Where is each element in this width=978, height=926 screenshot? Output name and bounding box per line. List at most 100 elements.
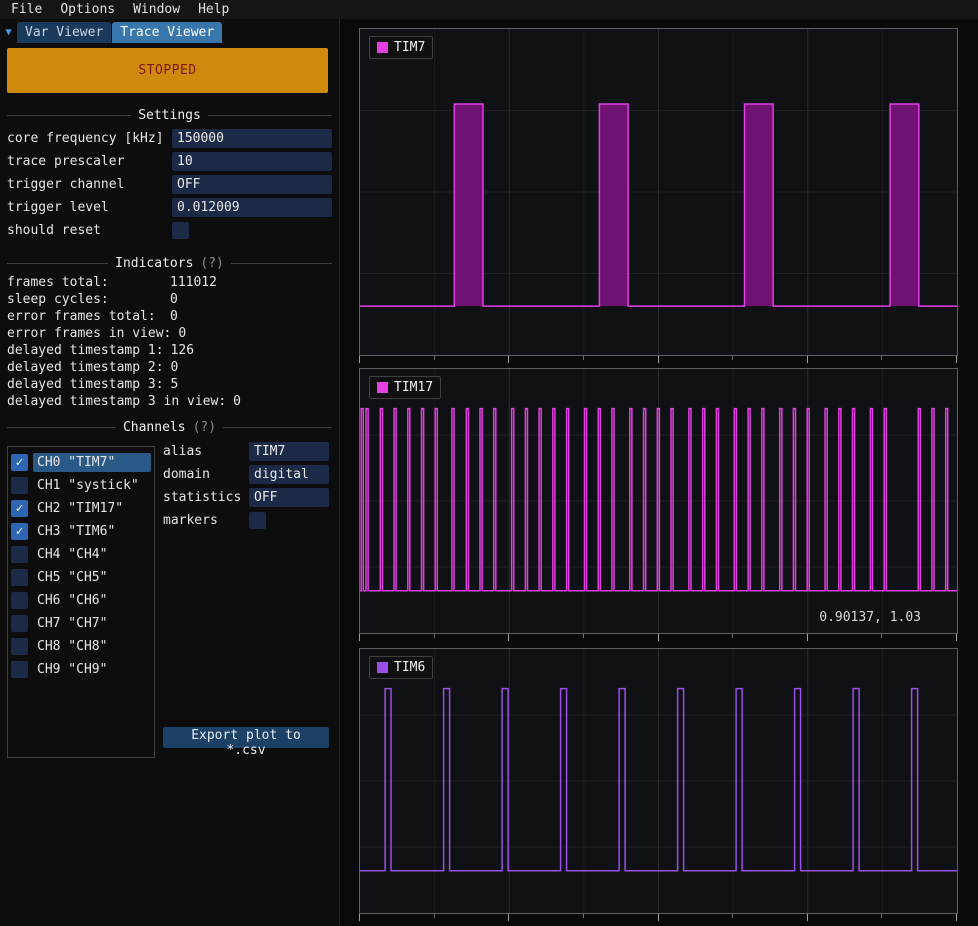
tab-trace-viewer[interactable]: Trace Viewer [112, 22, 222, 43]
channel-checkbox[interactable] [11, 661, 28, 678]
separator-line [231, 263, 332, 264]
indicator-label: sleep cycles: [7, 291, 163, 308]
legend-tim17[interactable]: TIM17 [369, 376, 441, 399]
channel-checkbox[interactable] [11, 454, 28, 471]
channel-item-ch7-ch7: CH7 "CH7" [11, 612, 151, 635]
indicator-label: delayed timestamp 2: [7, 359, 164, 376]
core-frequency-khz-input[interactable]: 150000 [172, 129, 332, 148]
setting-row-trace-prescaler: trace prescaler10 [7, 150, 332, 173]
tick-mark [732, 634, 733, 638]
tick-mark [807, 634, 808, 641]
setting-row-trigger-level: trigger level0.012009 [7, 196, 332, 219]
collapse-arrow-icon[interactable]: ▼ [0, 27, 17, 43]
channel-label[interactable]: CH8 "CH8" [33, 637, 151, 656]
tick-mark [732, 914, 733, 918]
separator-line [7, 263, 108, 264]
separator-line [7, 427, 116, 428]
channels-header: Channels (?) [7, 419, 332, 435]
trigger-level-input[interactable]: 0.012009 [172, 198, 332, 217]
domain-select[interactable]: digital [249, 465, 329, 484]
channel-label[interactable]: CH4 "CH4" [33, 545, 151, 564]
markers-checkbox[interactable] [249, 512, 266, 529]
separator-line [208, 115, 332, 116]
channel-prop-statistics: statisticsOFF [163, 486, 329, 509]
tab-strip: Var ViewerTrace Viewer [17, 22, 223, 43]
indicator-row-frames-total: frames total:111012 [7, 274, 332, 291]
indicator-label: delayed timestamp 3 in view: [7, 393, 226, 410]
indicator-row-error-frames-total: error frames total:0 [7, 308, 332, 325]
menu-options[interactable]: Options [51, 1, 124, 18]
indicators-title: Indicators [115, 256, 193, 271]
trigger-channel-select[interactable]: OFF [172, 175, 332, 194]
stop-button[interactable]: STOPPED [7, 48, 328, 93]
channel-label[interactable]: CH3 "TIM6" [33, 522, 151, 541]
tick-mark [658, 914, 659, 921]
channel-checkbox[interactable] [11, 638, 28, 655]
channel-checkbox[interactable] [11, 569, 28, 586]
channel-item-ch9-ch9: CH9 "CH9" [11, 658, 151, 681]
channel-checkbox[interactable] [11, 477, 28, 494]
setting-label: trace prescaler [7, 154, 172, 169]
channel-item-ch5-ch5: CH5 "CH5" [11, 566, 151, 589]
should-reset-checkbox[interactable] [172, 222, 189, 239]
waveform-tim7 [360, 29, 957, 355]
indicators-help-icon[interactable]: (?) [200, 256, 223, 271]
channel-checkbox[interactable] [11, 546, 28, 563]
channel-checkbox[interactable] [11, 615, 28, 632]
x-axis-ticks [359, 634, 958, 643]
indicator-row-delayed-timestamp-3: delayed timestamp 3:5 [7, 376, 332, 393]
indicators-header: Indicators (?) [7, 255, 332, 271]
plot-tim7[interactable]: TIM7 [359, 28, 958, 356]
tick-mark [881, 914, 882, 918]
indicator-row-error-frames-in-view: error frames in view:0 [7, 325, 332, 342]
tick-mark [956, 914, 957, 921]
channel-checkbox[interactable] [11, 592, 28, 609]
trace-prescaler-input[interactable]: 10 [172, 152, 332, 171]
channel-item-ch4-ch4: CH4 "CH4" [11, 543, 151, 566]
statistics-select[interactable]: OFF [249, 488, 329, 507]
tick-mark [583, 634, 584, 638]
prop-label: markers [163, 513, 249, 528]
channel-checkbox[interactable] [11, 523, 28, 540]
indicators-section: frames total:111012sleep cycles:0error f… [7, 274, 332, 410]
menu-file[interactable]: File [2, 1, 51, 18]
tick-mark [359, 914, 360, 921]
channel-label[interactable]: CH5 "CH5" [33, 568, 151, 587]
channel-label[interactable]: CH7 "CH7" [33, 614, 151, 633]
channels-title: Channels [123, 420, 186, 435]
channel-checkbox[interactable] [11, 500, 28, 517]
channel-item-ch2-tim17: CH2 "TIM17" [11, 497, 151, 520]
channel-prop-alias: aliasTIM7 [163, 440, 329, 463]
legend-swatch-icon [377, 662, 388, 673]
tick-mark [807, 356, 808, 363]
waveform-tim17 [360, 369, 957, 633]
separator-line [223, 427, 332, 428]
menu-window[interactable]: Window [124, 1, 189, 18]
setting-row-core-frequency-khz: core frequency [kHz]150000 [7, 127, 332, 150]
menu-help[interactable]: Help [189, 1, 238, 18]
legend-tim6[interactable]: TIM6 [369, 656, 433, 679]
cursor-readout: 0.90137, 1.03 [819, 610, 921, 625]
channel-label[interactable]: CH1 "systick" [33, 476, 151, 495]
indicator-label: delayed timestamp 1: [7, 342, 164, 359]
legend-swatch-icon [377, 42, 388, 53]
indicator-value: 126 [164, 342, 194, 359]
plot-tim6[interactable]: TIM6 [359, 648, 958, 914]
plot-tim17[interactable]: TIM17 0.90137, 1.03 [359, 368, 958, 634]
channel-prop-domain: domaindigital [163, 463, 329, 486]
legend-tim7[interactable]: TIM7 [369, 36, 433, 59]
channels-help-icon[interactable]: (?) [193, 420, 216, 435]
channel-label[interactable]: CH6 "CH6" [33, 591, 151, 610]
tab-var-viewer[interactable]: Var Viewer [17, 22, 111, 43]
left-panel: ▼ Var ViewerTrace Viewer STOPPED Setting… [0, 19, 340, 926]
indicator-label: error frames total: [7, 308, 163, 325]
indicator-value: 0 [163, 308, 178, 325]
export-csv-button[interactable]: Export plot to *.csv [163, 727, 329, 748]
channel-label[interactable]: CH2 "TIM17" [33, 499, 151, 518]
channel-label[interactable]: CH0 "TIM7" [33, 453, 151, 472]
indicator-row-delayed-timestamp-2: delayed timestamp 2:0 [7, 359, 332, 376]
setting-row-should-reset: should reset [7, 219, 332, 242]
plot-panel: 0.90050.9010.90150.9020.9025 TIM7TIM170.… [341, 0, 978, 926]
channel-label[interactable]: CH9 "CH9" [33, 660, 151, 679]
alias-input[interactable]: TIM7 [249, 442, 329, 461]
